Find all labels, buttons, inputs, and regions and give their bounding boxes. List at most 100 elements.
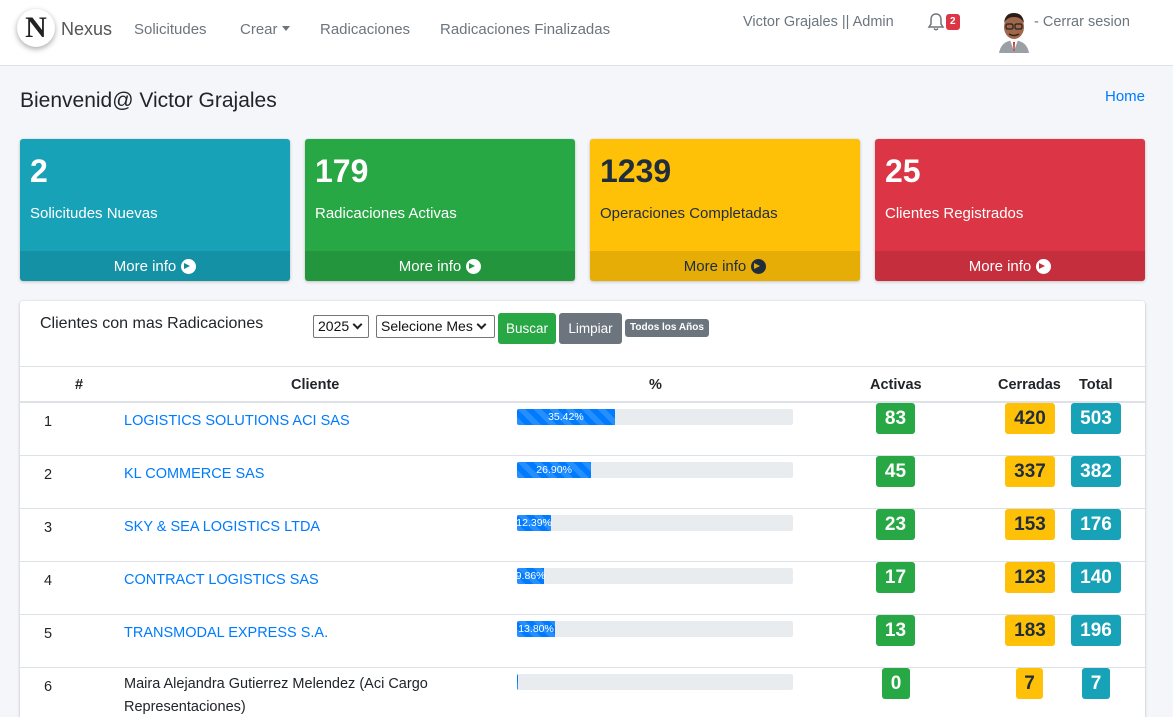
box-number: 179 — [315, 153, 369, 189]
more-info-label: More info — [683, 257, 747, 275]
arrow-circle-right-icon — [466, 258, 482, 274]
percent-progress: 26.90% — [517, 462, 793, 478]
client-link[interactable]: SKY & SEA LOGISTICS LTDA — [124, 519, 320, 535]
percent-progress: 35.42% — [517, 409, 793, 425]
activas-badge: 13 — [876, 615, 915, 646]
client-link[interactable]: LOGISTICS SOLUTIONS ACI SAS — [124, 413, 350, 429]
brand-logo[interactable]: N — [17, 9, 55, 47]
total-badge: 196 — [1071, 615, 1121, 646]
progress-bar: 13.80% — [517, 621, 556, 637]
more-info-link[interactable]: More info — [305, 251, 575, 281]
activas-badge: 0 — [882, 668, 910, 699]
year-select-value: 2025 — [318, 318, 350, 334]
arrow-circle-right-icon — [1036, 258, 1052, 274]
arrow-circle-right-icon — [751, 258, 767, 274]
total-badge: 382 — [1071, 456, 1121, 487]
search-button[interactable]: Buscar — [498, 313, 556, 344]
table-header: # Cliente % Activas Cerradas Total — [20, 366, 1145, 403]
table-row: 1 LOGISTICS SOLUTIONS ACI SAS 35.42% 83 … — [20, 403, 1145, 456]
cerradas-badge: 420 — [1005, 403, 1055, 434]
client-link[interactable]: KL COMMERCE SAS — [124, 466, 264, 482]
box-operaciones-completadas: 1239 Operaciones Completadas More info — [590, 139, 860, 281]
box-number: 1239 — [600, 153, 672, 189]
box-label: Operaciones Completadas — [600, 205, 778, 222]
activas-badge: 17 — [876, 562, 915, 593]
logout-link[interactable]: - Cerrar sesion — [1034, 14, 1130, 30]
table-row: 5 TRANSMODAL EXPRESS S.A. 13.80% 13 183 … — [20, 615, 1145, 668]
box-label: Radicaciones Activas — [315, 205, 457, 222]
user-name: Victor Grajales || Admin — [743, 14, 894, 30]
bell-icon[interactable] — [927, 12, 945, 32]
nav-crear-label: Crear — [240, 21, 278, 38]
table-row: 4 CONTRACT LOGISTICS SAS 9.86% 17 123 14… — [20, 562, 1145, 615]
month-select[interactable]: Selecione Mes — [376, 315, 495, 338]
chevron-down-icon — [352, 319, 363, 330]
percent-progress: 9.86% — [517, 568, 793, 584]
nav-crear-dropdown[interactable]: Crear — [240, 21, 290, 38]
all-years-button[interactable]: Todos los Años — [625, 319, 709, 337]
activas-badge: 83 — [876, 403, 915, 434]
nav-solicitudes[interactable]: Solicitudes — [134, 21, 207, 38]
total-badge: 140 — [1071, 562, 1121, 593]
progress-bar: 9.86% — [517, 568, 546, 584]
cerradas-badge: 123 — [1005, 562, 1055, 593]
more-info-link[interactable]: More info — [590, 251, 860, 281]
total-badge: 176 — [1071, 509, 1121, 540]
table-row: 6 Maira Alejandra Gutierrez Melendez (Ac… — [20, 668, 1145, 717]
box-number: 25 — [885, 153, 921, 189]
total-badge: 503 — [1071, 403, 1121, 434]
header-activas: Activas — [870, 377, 922, 393]
avatar[interactable] — [997, 7, 1031, 53]
page-title: Bienvenid@ Victor Grajales — [20, 89, 277, 112]
nav-radicaciones[interactable]: Radicaciones — [320, 21, 410, 38]
brand-name[interactable]: Nexus — [61, 19, 112, 40]
arrow-circle-right-icon — [181, 258, 197, 274]
row-number: 5 — [44, 626, 53, 642]
progress-bar: 35.42% — [517, 409, 615, 425]
more-info-label: More info — [398, 257, 462, 275]
progress-bar — [517, 674, 519, 690]
more-info-label: More info — [113, 257, 177, 275]
breadcrumb-home[interactable]: Home — [1105, 88, 1145, 105]
caret-down-icon — [281, 26, 290, 31]
more-info-link[interactable]: More info — [20, 251, 290, 281]
month-select-value: Selecione Mes — [381, 318, 473, 334]
cerradas-badge: 7 — [1016, 668, 1043, 699]
chevron-down-icon — [476, 319, 487, 330]
cerradas-badge: 337 — [1005, 456, 1055, 487]
box-label: Clientes Registrados — [885, 205, 1024, 222]
header-number: # — [75, 377, 84, 393]
notification-count-badge: 2 — [946, 14, 960, 30]
total-badge: 7 — [1082, 668, 1110, 699]
nav-radicaciones-finalizadas[interactable]: Radicaciones Finalizadas — [440, 21, 610, 38]
clear-button[interactable]: Limpiar — [559, 313, 622, 344]
box-radicaciones-activas: 179 Radicaciones Activas More info — [305, 139, 575, 281]
percent-progress: 12.39% — [517, 515, 793, 531]
table-row: 2 KL COMMERCE SAS 26.90% 45 337 382 — [20, 456, 1145, 509]
more-info-label: More info — [968, 257, 1032, 275]
header-percent: % — [649, 377, 662, 393]
box-label: Solicitudes Nuevas — [30, 205, 158, 222]
box-clientes-registrados: 25 Clientes Registrados More info — [875, 139, 1145, 281]
cerradas-badge: 183 — [1005, 615, 1055, 646]
year-select[interactable]: 2025 — [313, 315, 369, 338]
row-number: 3 — [44, 520, 53, 536]
box-number: 2 — [30, 153, 48, 189]
row-number: 2 — [44, 467, 53, 483]
client-link[interactable]: CONTRACT LOGISTICS SAS — [124, 572, 319, 588]
progress-bar: 12.39% — [517, 515, 552, 531]
client-link[interactable]: TRANSMODAL EXPRESS S.A. — [124, 625, 328, 641]
activas-badge: 45 — [876, 456, 915, 487]
percent-progress: 13.80% — [517, 621, 793, 637]
brand-logo-letter: N — [25, 11, 47, 44]
more-info-link[interactable]: More info — [875, 251, 1145, 281]
cerradas-badge: 153 — [1005, 509, 1055, 540]
box-solicitudes-nuevas: 2 Solicitudes Nuevas More info — [20, 139, 290, 281]
percent-progress — [517, 674, 793, 690]
table-row: 3 SKY & SEA LOGISTICS LTDA 12.39% 23 153… — [20, 509, 1145, 562]
top-clients-card: Clientes con mas Radicaciones 2025 Selec… — [20, 301, 1145, 717]
row-number: 4 — [44, 573, 53, 589]
client-name: Maira Alejandra Gutierrez Melendez (Aci … — [124, 676, 428, 715]
card-title: Clientes con mas Radicaciones — [40, 315, 264, 332]
top-navbar: N Nexus Solicitudes Crear Radicaciones R… — [0, 0, 1173, 66]
